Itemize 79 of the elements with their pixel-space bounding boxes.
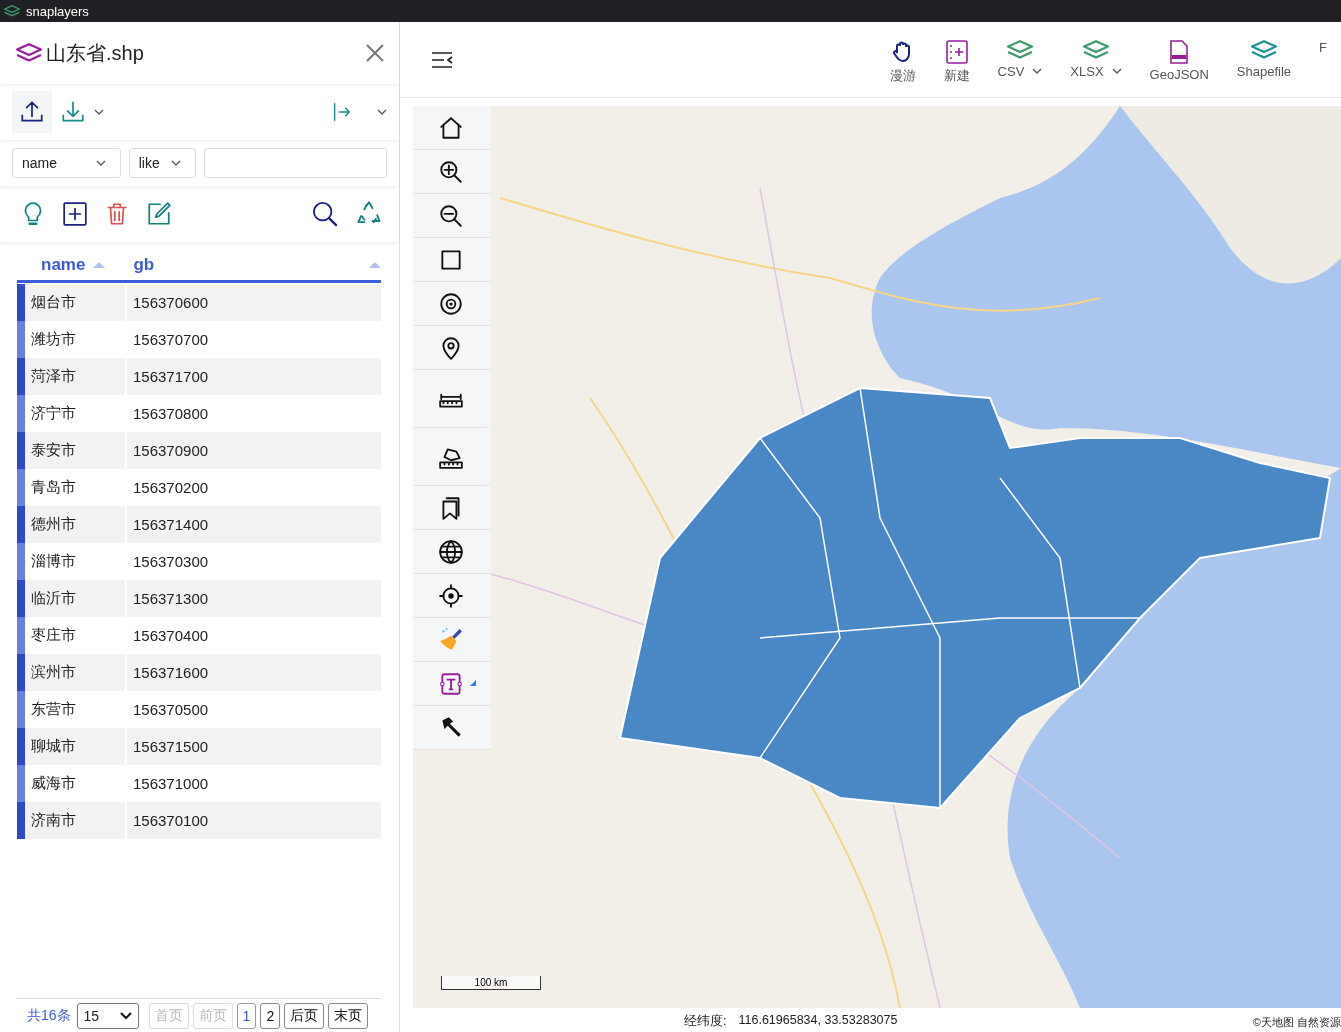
- field-select[interactable]: name: [12, 148, 121, 178]
- table-cell: 菏泽市: [17, 358, 127, 395]
- table-cell: 临沂市: [17, 580, 127, 617]
- table-cell-text: 156370600: [132, 293, 210, 313]
- chevron-icon: [95, 160, 106, 166]
- table-cell: 聊城市: [17, 728, 127, 765]
- zoom-out-icon: [437, 202, 464, 229]
- table-cell-text: 156370800: [132, 404, 210, 424]
- table-cell: 滨州市: [17, 654, 127, 691]
- edit-icon[interactable]: [146, 201, 172, 227]
- export-icon[interactable]: [331, 101, 353, 123]
- layers-icon: [16, 42, 42, 64]
- dropdown-caret-icon: [377, 109, 387, 115]
- table-cell-text: 156371300: [132, 589, 210, 609]
- toolbar-button[interactable]: CSV: [983, 40, 1057, 85]
- toolbar-button[interactable]: Shapefile: [1222, 40, 1306, 85]
- table-cell-text: 156370500: [132, 700, 210, 720]
- add-icon[interactable]: [62, 201, 88, 227]
- upload-button[interactable]: [12, 91, 52, 133]
- column-header[interactable]: gb: [133, 255, 155, 275]
- table-cell-text: 156370100: [132, 811, 210, 831]
- page-button[interactable]: 1: [236, 1003, 257, 1029]
- dropdown-caret-icon: [94, 109, 104, 115]
- crosshair-icon: [437, 582, 464, 609]
- file-icon: [1169, 40, 1190, 64]
- caret-icon: [1111, 68, 1122, 75]
- page-size-select[interactable]: 15: [76, 1003, 139, 1029]
- column-header[interactable]: name: [41, 255, 86, 275]
- table-cell-text: 156370400: [132, 626, 210, 646]
- caret-icon: [1032, 68, 1043, 75]
- table-cell: 烟台市: [17, 284, 127, 321]
- toolbar-button[interactable]: XLSX: [1056, 40, 1136, 85]
- toolbar-button[interactable]: F: [1305, 40, 1341, 85]
- coordinates-value: 116.61965834, 33.53283075: [738, 1012, 898, 1029]
- total-count: 共16条: [27, 1007, 71, 1025]
- chevron-icon: [171, 160, 181, 166]
- trash-icon[interactable]: [104, 201, 130, 227]
- table-cell-text: 156370200: [132, 478, 210, 498]
- text-tool-icon: [437, 670, 464, 697]
- chevron-icon: [119, 1012, 132, 1020]
- table-cell-text: 156370700: [132, 330, 210, 350]
- table-cell: 济南市: [17, 802, 127, 839]
- table-cell-text: 156370300: [132, 552, 210, 572]
- close-icon[interactable]: [365, 43, 385, 63]
- zoom-in-icon: [437, 158, 464, 185]
- layers-icon: [1250, 40, 1277, 61]
- table-cell-text: 156371400: [132, 515, 210, 535]
- operator-select[interactable]: like: [128, 148, 196, 178]
- table-cell-text: 156371500: [132, 737, 210, 757]
- app-title: snaplayers: [26, 3, 89, 19]
- toolbar-button[interactable]: 新建: [929, 40, 984, 85]
- table-cell: 泰安市: [17, 432, 127, 469]
- table-cell-text: 156371700: [132, 367, 210, 387]
- new-document-icon: [944, 40, 969, 64]
- target-icon: [437, 290, 464, 317]
- pager-button[interactable]: 末页: [328, 1003, 369, 1029]
- table-cell-text: 156371600: [132, 663, 210, 683]
- upload-icon: [19, 99, 45, 125]
- toolbar-button[interactable]: 漫游: [889, 40, 930, 85]
- filter-input[interactable]: [204, 148, 387, 178]
- home-icon: [437, 114, 464, 141]
- pager-button[interactable]: 后页: [284, 1003, 325, 1029]
- layers-icon: [1006, 40, 1033, 61]
- download-icon[interactable]: [60, 99, 86, 125]
- table-cell: 德州市: [17, 506, 127, 543]
- map-attribution: ©天地图 自然资源: [1252, 1015, 1341, 1030]
- coordinates-label: 经纬度:: [684, 1012, 727, 1030]
- globe-icon: [437, 538, 464, 565]
- page-button[interactable]: 2: [260, 1003, 281, 1029]
- table-cell-text: 156370900: [132, 441, 210, 461]
- layer-title: 山东省.shp: [46, 40, 145, 66]
- layers-icon: [1082, 40, 1109, 61]
- scale-bar: 100 km: [441, 976, 541, 990]
- menu-icon[interactable]: [431, 50, 455, 69]
- dropdown-corner-icon: [470, 680, 476, 686]
- search-icon[interactable]: [311, 200, 339, 228]
- table-cell-text: 156371000: [132, 774, 210, 794]
- toolbar-button[interactable]: GeoJSON: [1135, 40, 1223, 85]
- app-logo-icon: [4, 4, 20, 18]
